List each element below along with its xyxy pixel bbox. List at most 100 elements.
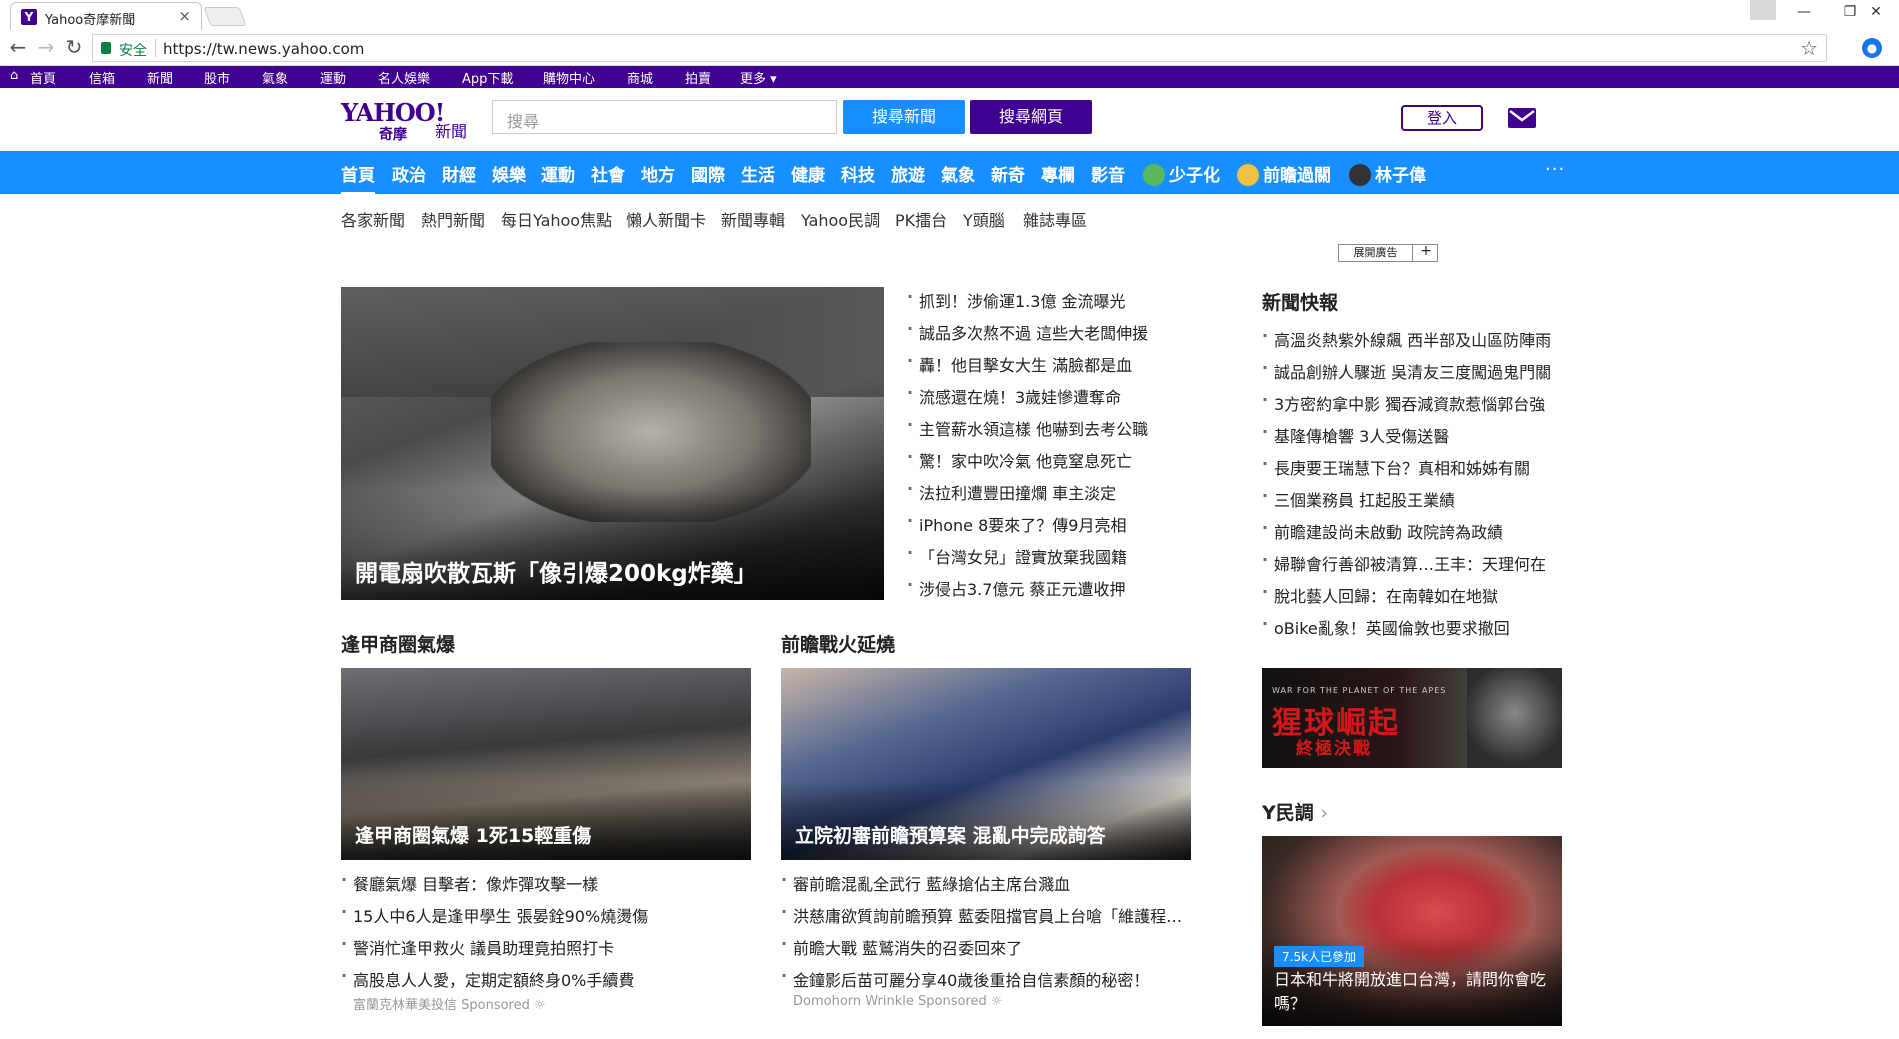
topbar-shopping[interactable]: 購物中心 — [543, 68, 595, 87]
flash-item[interactable]: 前瞻建設尚未啟動 政院誇為政績 — [1262, 518, 1503, 543]
mail-icon[interactable] — [1508, 108, 1536, 128]
flash-item[interactable]: 高溫炎熱紫外線飆 西半部及山區防陣雨 — [1262, 326, 1551, 351]
home-icon[interactable]: ⌂ — [10, 68, 18, 83]
topbar-mall[interactable]: 商城 — [627, 68, 653, 87]
nav-topic-2[interactable]: 前瞻過關 — [1237, 161, 1331, 186]
flash-item[interactable]: 脫北藝人回歸：在南韓如在地獄 — [1262, 582, 1498, 607]
flash-item[interactable]: 誠品創辦人驟逝 吳清友三度闖過鬼門關 — [1262, 358, 1551, 383]
nav-life[interactable]: 生活 — [741, 161, 775, 186]
subnav-item[interactable]: 新聞專輯 — [721, 207, 785, 231]
new-tab-button[interactable] — [203, 7, 247, 26]
list-item[interactable]: 高股息人人愛，定期定額終身0%手續費 — [341, 966, 634, 991]
subnav-item[interactable]: 雜誌專區 — [1023, 207, 1087, 231]
tab-close-icon[interactable]: × — [178, 7, 191, 25]
nav-finance[interactable]: 財經 — [442, 161, 476, 186]
flash-item[interactable]: 婦聯會行善卻被清算…王丰：天理何在 — [1262, 550, 1546, 575]
nav-entertainment[interactable]: 娛樂 — [492, 161, 526, 186]
poll-title[interactable]: Y民調 › — [1262, 798, 1328, 825]
headline-item[interactable]: 法拉利遭豐田撞爛 車主淡定 — [907, 479, 1116, 504]
headline-item[interactable]: 轟！他目擊女大生 滿臉都是血 — [907, 351, 1132, 376]
list-item[interactable]: 洪慈庸欲質詢前瞻預算 藍委阻擋官員上台嗆「維護程… — [781, 902, 1182, 927]
minimize-button[interactable]: — — [1781, 0, 1827, 26]
headline-item[interactable]: 主管薪水領這樣 他嚇到去考公職 — [907, 415, 1148, 440]
nav-sports[interactable]: 運動 — [541, 161, 575, 186]
list-item[interactable]: 金鐘影后苗可麗分享40歲後重拾自信素顏的秘密！ — [781, 966, 1149, 991]
browser-tab[interactable]: Y Yahoo奇摩新聞 × — [10, 2, 202, 30]
nav-home[interactable]: 首頁 — [341, 161, 375, 195]
headline-item[interactable]: 誠品多次熬不過 這些大老闆伸援 — [907, 319, 1148, 344]
nav-odd[interactable]: 新奇 — [991, 161, 1025, 186]
topbar-more[interactable]: 更多 ▾ — [740, 68, 777, 87]
headline-item[interactable]: 「台灣女兒」證實放棄我國籍 — [907, 543, 1127, 568]
expand-ad-toggle[interactable]: 展開廣告 + — [1338, 243, 1438, 262]
hero-story[interactable]: 開電扇吹散瓦斯「像引爆200kg炸藥」 — [341, 287, 884, 600]
flash-item[interactable]: 3方密約拿中影 獨吞減資款惹惱郭台強 — [1262, 390, 1545, 415]
flash-item[interactable]: oBike亂象！英國倫敦也要求撤回 — [1262, 614, 1510, 639]
profile-icon[interactable] — [1750, 0, 1776, 20]
headline-item[interactable]: 涉侵占3.7億元 蔡正元遭收押 — [907, 575, 1126, 600]
yahoo-logo[interactable]: YAHOO! 奇摩 新聞 — [341, 98, 467, 143]
list-item[interactable]: 警消忙逢甲救火 議員助理竟拍照打卡 — [341, 934, 614, 959]
topbar-news[interactable]: 新聞 — [147, 68, 173, 87]
topbar-home[interactable]: 首頁 — [30, 68, 56, 87]
poll-card[interactable]: 7.5k人已參加 日本和牛將開放進口台灣，請問你會吃嗎？ — [1262, 836, 1562, 1026]
forward-button[interactable]: → — [34, 36, 58, 60]
nav-health[interactable]: 健康 — [791, 161, 825, 186]
subnav-item[interactable]: 熱門新聞 — [421, 207, 485, 231]
url-text[interactable]: https://tw.news.yahoo.com — [163, 40, 364, 58]
subnav-item[interactable]: Y頭腦 — [963, 207, 1005, 231]
flash-item[interactable]: 三個業務員 扛起股王業績 — [1262, 486, 1455, 511]
nav-world[interactable]: 國際 — [691, 161, 725, 186]
nav-local[interactable]: 地方 — [641, 161, 675, 186]
sponsor-label[interactable]: 富蘭克林華美投信 Sponsored ☼ — [353, 994, 546, 1013]
flash-item[interactable]: 長庚要王瑞慧下台？真相和姊姊有關 — [1262, 454, 1530, 479]
topbar-mail[interactable]: 信箱 — [89, 68, 115, 87]
close-window-button[interactable]: ✕ — [1853, 0, 1899, 26]
nav-politics[interactable]: 政治 — [392, 161, 426, 186]
subnav-item[interactable]: 懶人新聞卡 — [626, 207, 706, 231]
topbar-weather[interactable]: 氣象 — [262, 68, 288, 87]
url-field[interactable]: 安全 https://tw.news.yahoo.com ☆ — [92, 34, 1827, 62]
subnav-item[interactable]: 各家新聞 — [341, 207, 405, 231]
topbar-app[interactable]: App下載 — [462, 68, 513, 87]
topbar-auction[interactable]: 拍賣 — [685, 68, 711, 87]
headline-item[interactable]: 抓到！涉偷運1.3億 金流曝光 — [907, 287, 1126, 312]
section-card-forward[interactable]: 立院初審前瞻預算案 混亂中完成詢答 — [781, 668, 1191, 860]
section-title-fengchia[interactable]: 逢甲商圈氣爆 — [341, 630, 455, 657]
sponsor-label[interactable]: Domohorn Wrinkle Sponsored ☼ — [793, 994, 1003, 1009]
headline-item[interactable]: 流感還在燒！3歲娃慘遭奪命 — [907, 383, 1121, 408]
headline-item[interactable]: iPhone 8要來了？傳9月亮相 — [907, 511, 1126, 536]
nav-topic-3[interactable]: 林子偉 — [1349, 161, 1426, 186]
subnav-item[interactable]: PK擂台 — [895, 207, 947, 231]
search-news-button[interactable]: 搜尋新聞 — [843, 100, 965, 134]
nav-travel[interactable]: 旅遊 — [891, 161, 925, 186]
search-web-button[interactable]: 搜尋網頁 — [970, 100, 1092, 134]
flash-item[interactable]: 基隆傳槍響 3人受傷送醫 — [1262, 422, 1449, 447]
nav-video[interactable]: 影音 — [1091, 161, 1125, 186]
nav-society[interactable]: 社會 — [591, 161, 625, 186]
extension-icon[interactable]: ● — [1862, 38, 1882, 58]
back-button[interactable]: ← — [6, 36, 30, 60]
more-dots-icon[interactable]: ··· — [1545, 159, 1565, 180]
nav-tech[interactable]: 科技 — [841, 161, 875, 186]
nav-weather[interactable]: 氣象 — [941, 161, 975, 186]
login-button[interactable]: 登入 — [1401, 105, 1483, 131]
nav-topic-1[interactable]: 少子化 — [1143, 161, 1220, 186]
topbar-sports[interactable]: 運動 — [320, 68, 346, 87]
list-item[interactable]: 15人中6人是逢甲學生 張晏銓90%燒燙傷 — [341, 902, 648, 927]
list-item[interactable]: 餐廳氣爆 目擊者：像炸彈攻擊一樣 — [341, 870, 598, 895]
topbar-stocks[interactable]: 股市 — [204, 68, 230, 87]
list-item[interactable]: 審前瞻混亂全武行 藍綠搶佔主席台濺血 — [781, 870, 1070, 895]
reload-button[interactable]: ↻ — [62, 36, 86, 60]
search-input[interactable]: 搜尋 — [492, 100, 837, 134]
section-title-forward[interactable]: 前瞻戰火延燒 — [781, 630, 895, 657]
movie-ad-banner[interactable]: WAR FOR THE PLANET OF THE APES 猩球崛起 終極決戰 — [1262, 668, 1562, 768]
headline-item[interactable]: 驚！家中吹冷氣 他竟窒息死亡 — [907, 447, 1132, 472]
topbar-celebrity[interactable]: 名人娛樂 — [378, 68, 430, 87]
list-item[interactable]: 前瞻大戰 藍鷲消失的召委回來了 — [781, 934, 1022, 959]
nav-columns[interactable]: 專欄 — [1041, 161, 1075, 186]
bookmark-star-icon[interactable]: ☆ — [1800, 36, 1818, 60]
subnav-item[interactable]: Yahoo民調 — [801, 207, 880, 231]
subnav-item[interactable]: 每日Yahoo焦點 — [501, 207, 612, 231]
section-card-fengchia[interactable]: 逢甲商圈氣爆 1死15輕重傷 — [341, 668, 751, 860]
